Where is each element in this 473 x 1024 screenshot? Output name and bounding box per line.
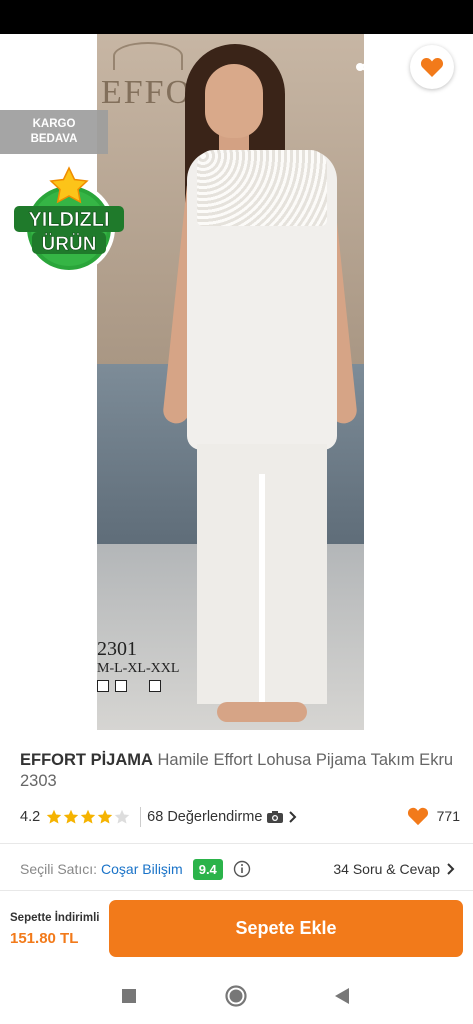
add-to-cart-bar: Sepette İndirimli 151.80 TL Sepete Ekle [0, 893, 473, 969]
product-brand[interactable]: EFFORT PİJAMA [20, 751, 153, 769]
star-icon [80, 809, 96, 824]
favorite-count: 771 [407, 806, 460, 826]
triangle-back-icon [335, 988, 349, 1004]
model-face [205, 64, 263, 138]
reviews-count: 68 Değerlendirme [147, 809, 263, 825]
arrow-left-icon [24, 59, 46, 79]
circle-icon [225, 985, 247, 1007]
favorite-button[interactable] [410, 45, 454, 89]
camera-icon [267, 811, 284, 823]
reviews-link[interactable]: 68 Değerlendirme [147, 809, 298, 825]
photo-model-sizes: M-L-XL-XXL [97, 661, 180, 676]
android-navigation-bar [0, 969, 473, 1024]
swatch [115, 680, 127, 692]
photo-model-code: 2301 [97, 638, 137, 660]
cart-price: 151.80 TL [10, 930, 79, 947]
seller-score-badge: 9.4 [192, 858, 223, 880]
starred-badge-line2: ÜRÜN [42, 234, 97, 255]
square-icon [122, 989, 136, 1003]
swatch [97, 680, 109, 692]
rating-divider [140, 807, 142, 827]
add-to-cart-button[interactable]: Sepete Ekle [109, 900, 463, 957]
product-title: EFFORT PİJAMA Hamile Effort Lohusa Pijam… [20, 750, 460, 792]
free-shipping-line1: KARGO [32, 118, 76, 130]
star-icon [46, 809, 62, 824]
status-bar [0, 0, 473, 34]
rating-stars [46, 809, 130, 825]
starred-badge-line1: YILDIZLI [28, 209, 109, 231]
recent-apps-button[interactable] [114, 981, 144, 1011]
photo-color-swatches [97, 680, 161, 692]
chevron-right-icon [289, 811, 297, 823]
heart-icon [420, 57, 444, 77]
star-icon [97, 809, 113, 824]
questions-answers-label: 34 Soru & Cevap [333, 861, 440, 877]
pajama-pants [197, 444, 327, 704]
home-button[interactable] [221, 981, 251, 1011]
star-icon [63, 809, 79, 824]
star-empty-icon [114, 809, 130, 824]
free-shipping-line2: BEDAVA [30, 133, 78, 145]
chevron-right-icon [447, 863, 455, 875]
seller-row: Seçili Satıcı: Coşar Bilişim 9.4 34 Soru… [20, 856, 456, 882]
rating-row: 4.2 68 Değerlendirme 771 [20, 806, 460, 828]
favorite-count-value: 771 [436, 808, 460, 824]
starred-product-badge-graphic: YILDIZLI ÜRÜN [14, 166, 124, 274]
section-divider [0, 843, 473, 844]
pajama-lace [197, 150, 327, 226]
free-shipping-badge: KARGO BEDAVA [0, 110, 108, 154]
back-nav-button[interactable] [327, 981, 357, 1011]
starred-product-badge: YILDIZLI ÜRÜN [12, 164, 126, 276]
section-divider [0, 890, 473, 891]
model-feet [217, 702, 307, 722]
heart-icon [407, 807, 428, 826]
back-button[interactable] [18, 52, 52, 86]
share-icon [356, 55, 378, 79]
seller-label: Seçili Satıcı: [20, 861, 98, 877]
product-photo: EFFORTT 2301 M-L-XL-XXL [97, 34, 364, 730]
info-icon[interactable] [233, 860, 251, 878]
seller-name-link[interactable]: Coşar Bilişim [101, 861, 183, 877]
model-figure [97, 34, 364, 730]
swatch [149, 680, 161, 692]
cart-discount-label: Sepette İndirimli [10, 912, 100, 924]
share-button[interactable] [352, 52, 382, 82]
questions-answers-link[interactable]: 34 Soru & Cevap [333, 861, 456, 877]
rating-value: 4.2 [20, 809, 41, 825]
